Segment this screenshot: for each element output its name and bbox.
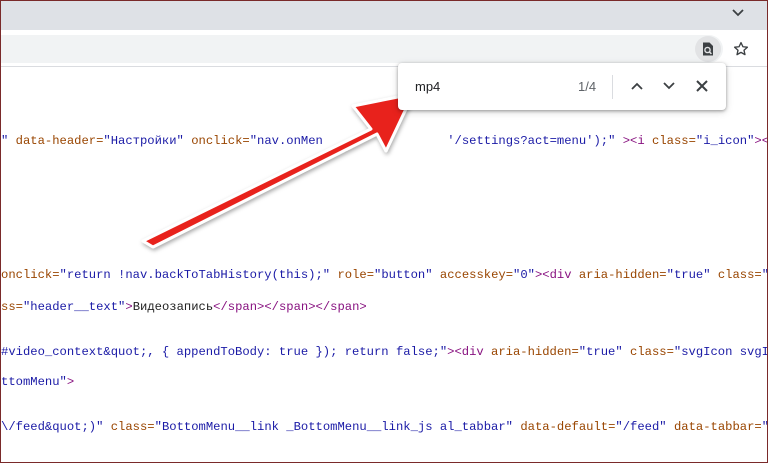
next-match-icon[interactable] [657, 74, 681, 98]
find-input[interactable]: mp4 [415, 79, 440, 94]
close-icon[interactable] [690, 74, 714, 98]
match-count: 1/4 [578, 79, 597, 94]
divider [612, 75, 613, 99]
browser-window: " data-header="Настройки" onclick="nav.o… [0, 0, 768, 463]
find-bar: mp4 1/4 [398, 63, 726, 110]
previous-match-icon[interactable] [625, 74, 649, 98]
